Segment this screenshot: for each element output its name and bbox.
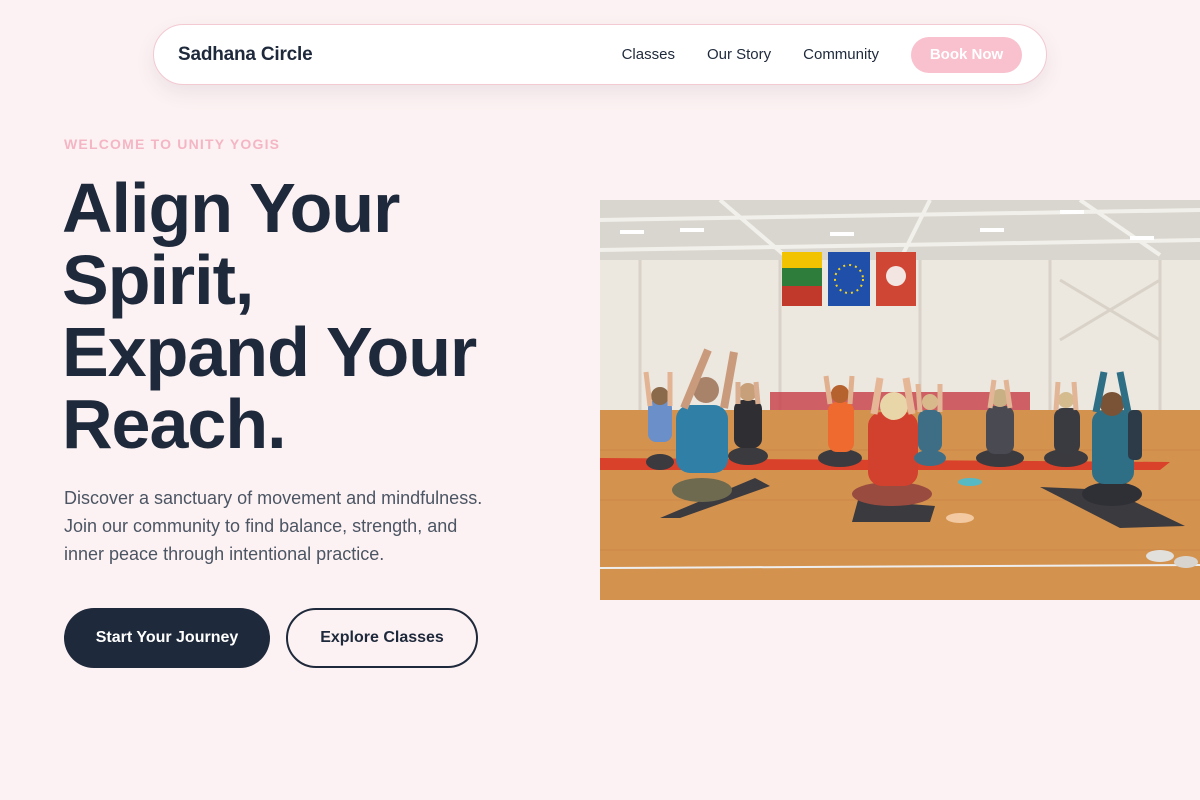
nav-link-classes[interactable]: Classes	[622, 46, 675, 63]
intro-line: Join our community to find balance, stre…	[64, 516, 458, 536]
explore-classes-button[interactable]: Explore Classes	[286, 608, 478, 668]
hero-headline: Align Your Spirit, Expand Your Reach.	[62, 172, 542, 460]
book-now-button[interactable]: Book Now	[911, 36, 1022, 73]
yoga-class-photo	[600, 200, 1200, 600]
headline-line: Align Your	[62, 169, 400, 247]
brand-logo[interactable]: Sadhana Circle	[178, 44, 313, 66]
nav-links: Classes Our Story Community Book Now	[622, 36, 1022, 73]
intro-line: inner peace through intentional practice…	[64, 544, 385, 564]
hero-intro: Discover a sanctuary of movement and min…	[64, 484, 524, 568]
headline-line: Spirit,	[62, 241, 254, 319]
nav-link-community[interactable]: Community	[803, 46, 879, 63]
nav-link-our-story[interactable]: Our Story	[707, 46, 771, 63]
hero-image	[600, 200, 1200, 600]
hero-eyebrow: WELCOME TO UNITY YOGIS	[64, 136, 281, 152]
headline-line: Expand Your	[62, 313, 477, 391]
start-journey-button[interactable]: Start Your Journey	[64, 608, 270, 668]
headline-line: Reach.	[62, 385, 287, 463]
top-nav: Sadhana Circle Classes Our Story Communi…	[153, 24, 1047, 85]
intro-line: Discover a sanctuary of movement and min…	[64, 488, 483, 508]
